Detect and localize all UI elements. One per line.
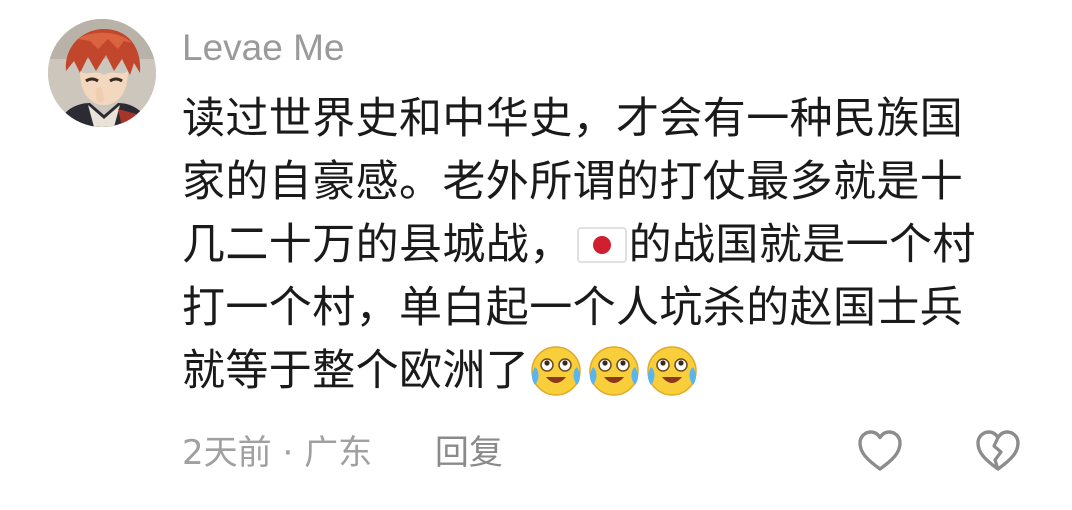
comment-location: 广东 bbox=[304, 433, 373, 473]
meta-separator: · bbox=[282, 433, 294, 473]
comment-meta: 2天前 · 广东 回复 bbox=[182, 430, 503, 476]
crying-laughing-emoji-icon bbox=[529, 343, 583, 397]
comment-line-segment: 就等于整个欧洲了 bbox=[182, 346, 530, 396]
crying-laughing-emoji-icon bbox=[587, 343, 641, 397]
japan-flag-icon bbox=[576, 218, 627, 263]
comment-time: 2天前 bbox=[182, 433, 272, 473]
crying-laughing-emoji-icon bbox=[645, 343, 699, 397]
reply-button[interactable]: 回复 bbox=[435, 433, 503, 473]
avatar[interactable] bbox=[48, 19, 156, 127]
broken-heart-icon bbox=[976, 430, 1020, 471]
comment-line: 几二十万的县城战， 的战国就是一个村 bbox=[182, 214, 1042, 277]
comment-line-segment: 几二十万的县城战， bbox=[182, 220, 573, 270]
comment-item: Levae Me 读过世界史和中华史，才会有一种民族国 家的自豪感。老外所谓的打… bbox=[0, 0, 1072, 510]
username[interactable]: Levae Me bbox=[182, 22, 345, 74]
comment-line: 读过世界史和中华史，才会有一种民族国 bbox=[182, 94, 964, 144]
comment-line-segment: 的战国就是一个村 bbox=[628, 220, 976, 270]
like-button[interactable] bbox=[856, 428, 904, 474]
comment-text: 读过世界史和中华史，才会有一种民族国 家的自豪感。老外所谓的打仗最多就是十 几二… bbox=[182, 88, 1042, 403]
comment-line: 就等于整个欧洲了 bbox=[182, 340, 1042, 403]
dislike-button[interactable] bbox=[974, 428, 1022, 474]
anime-avatar-icon bbox=[48, 19, 156, 127]
comment-line: 打一个村，单白起一个人坑杀的赵国士兵 bbox=[182, 283, 964, 333]
comment-line: 家的自豪感。老外所谓的打仗最多就是十 bbox=[182, 157, 964, 207]
heart-outline-icon bbox=[858, 430, 902, 471]
